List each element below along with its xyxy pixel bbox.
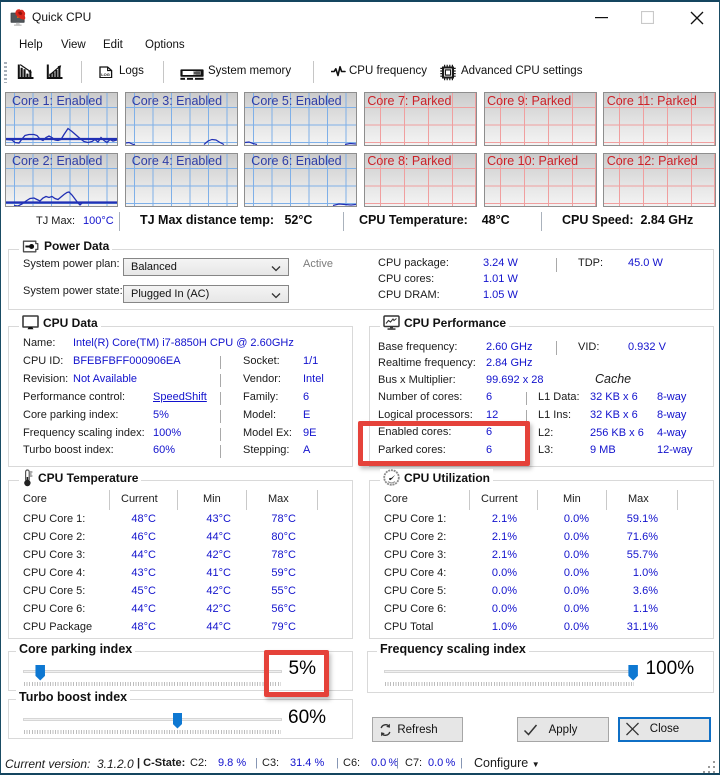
- svg-text:LOG: LOG: [101, 72, 110, 77]
